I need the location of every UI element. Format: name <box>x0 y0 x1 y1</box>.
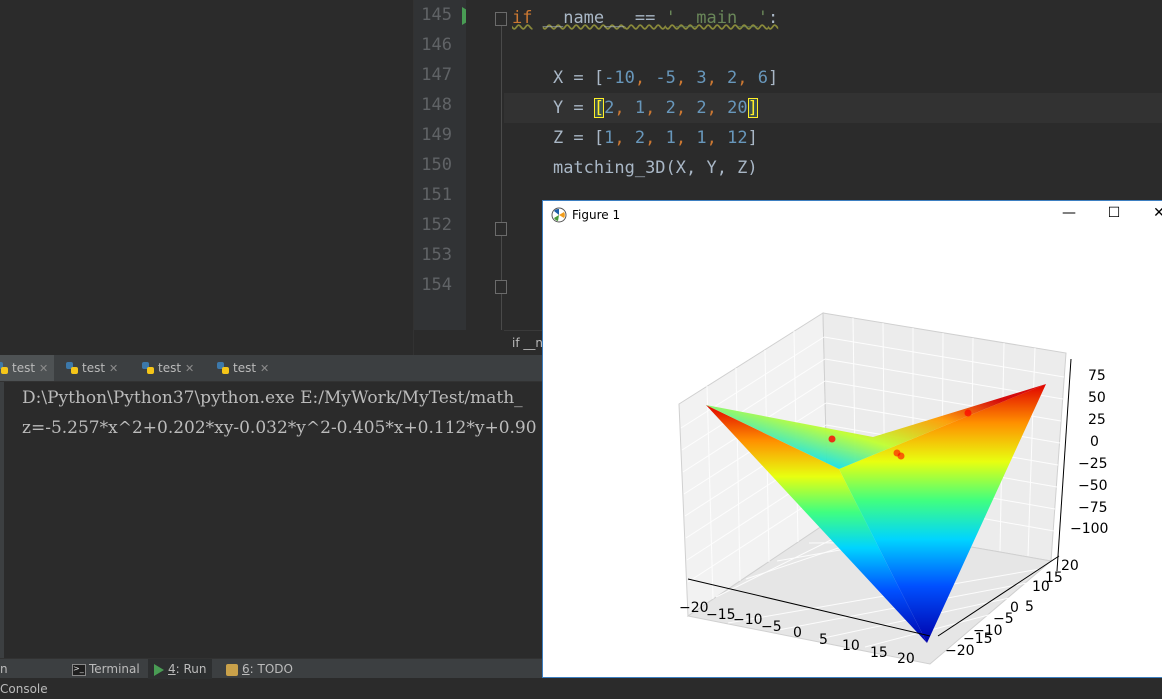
console-command-line: D:\Python\Python37\python.exe E:/MyWork/… <box>22 388 523 408</box>
z-tick-label: 75 <box>1088 368 1106 384</box>
code-line-145[interactable]: if __name__ == '__main__': <box>512 3 778 33</box>
line-number-gutter: 145 146 147 148 149 150 151 152 153 154 <box>414 0 477 330</box>
run-tab[interactable]: test ✕ <box>64 355 134 381</box>
x-tick-label: −10 <box>733 612 763 628</box>
close-icon[interactable]: ✕ <box>185 362 194 375</box>
code-line-147[interactable]: X = [-10, -5, 3, 2, 6] <box>512 63 778 93</box>
todo-icon <box>226 663 238 676</box>
plot-canvas[interactable]: 75 50 25 0 −25 −50 −75 −100 −20 −15 −10 … <box>543 231 1162 679</box>
x-tick-label: 10 <box>842 638 860 654</box>
x-tick-label: −5 <box>761 619 782 635</box>
python-icon <box>66 362 78 374</box>
z-tick-label: −100 <box>1070 521 1108 537</box>
line-number: 147 <box>421 65 452 85</box>
code-line-149[interactable]: Z = [1, 2, 1, 1, 12] <box>512 123 758 153</box>
fold-collapse-icon[interactable] <box>495 222 507 236</box>
scatter-point <box>964 409 972 417</box>
left-panel-empty <box>0 0 413 355</box>
y-tick-label: 10 <box>1032 579 1050 595</box>
python-console-tab[interactable]: n Console <box>0 659 58 696</box>
figure-title: Figure 1 <box>572 208 621 222</box>
x-tick-label: −15 <box>706 607 736 623</box>
z-tick-label: −50 <box>1078 478 1108 494</box>
todo-tab[interactable]: 6: TODO <box>226 659 306 679</box>
z-tick-label: −75 <box>1078 500 1108 516</box>
x-tick-label: −20 <box>679 600 709 616</box>
scatter-point <box>897 452 905 460</box>
y-tick-label: 20 <box>1061 558 1079 574</box>
fold-end-icon[interactable] <box>495 280 507 294</box>
python-icon <box>0 362 8 374</box>
code-line-150[interactable]: matching_3D(X, Y, Z) <box>512 153 758 183</box>
scatter-point <box>828 435 836 443</box>
line-number: 153 <box>421 245 452 265</box>
run-tab[interactable]: test ✕ <box>140 355 210 381</box>
run-icon <box>154 663 164 676</box>
z-tick-label: 0 <box>1090 434 1099 450</box>
line-number: 154 <box>421 275 452 295</box>
minimize-button[interactable]: — <box>1059 205 1079 221</box>
line-number: 152 <box>421 215 452 235</box>
figure-window[interactable]: Figure 1 — ☐ ✕ 75 50 25 0 −25 −50 −75 −1… <box>542 200 1162 678</box>
run-tab-tool[interactable]: 4: Run <box>148 659 212 679</box>
close-icon[interactable]: ✕ <box>39 362 48 375</box>
close-button[interactable]: ✕ <box>1149 205 1162 221</box>
y-tick-label: −20 <box>945 643 975 659</box>
x-tick-label: 15 <box>870 645 888 661</box>
close-icon[interactable]: ✕ <box>260 362 269 375</box>
run-tab[interactable]: test ✕ <box>215 355 285 381</box>
code-line-148[interactable]: Y = [2, 1, 2, 2, 20] <box>512 93 758 123</box>
python-icon <box>142 362 154 374</box>
x-tick-label: 0 <box>793 625 802 641</box>
3d-surface-plot[interactable]: 75 50 25 0 −25 −50 −75 −100 −20 −15 −10 … <box>543 231 1162 679</box>
matplotlib-icon <box>551 207 567 223</box>
line-number: 145 <box>421 5 452 25</box>
line-number: 146 <box>421 35 452 55</box>
run-tab[interactable]: test ✕ <box>0 355 54 381</box>
console-output-line: z=-5.257*x^2+0.202*xy-0.032*y^2-0.405*x+… <box>22 418 537 438</box>
python-icon <box>217 362 229 374</box>
terminal-icon: >_ <box>72 663 86 676</box>
close-icon[interactable]: ✕ <box>109 362 118 375</box>
x-tick-label: 20 <box>897 651 915 667</box>
z-tick-label: −25 <box>1078 456 1108 472</box>
line-number: 149 <box>421 125 452 145</box>
figure-titlebar[interactable]: Figure 1 — ☐ ✕ <box>543 201 1162 231</box>
line-number: 148 <box>421 95 452 115</box>
x-tick-label: 5 <box>819 632 828 648</box>
fold-collapse-icon[interactable] <box>495 12 507 26</box>
y-tick-label: 5 <box>1025 599 1034 615</box>
line-number: 151 <box>421 185 452 205</box>
z-tick-label: 25 <box>1088 412 1106 428</box>
z-tick-label: 50 <box>1088 390 1106 406</box>
terminal-tab[interactable]: >_ Terminal <box>72 659 144 679</box>
line-number: 150 <box>421 155 452 175</box>
maximize-button[interactable]: ☐ <box>1104 205 1124 221</box>
